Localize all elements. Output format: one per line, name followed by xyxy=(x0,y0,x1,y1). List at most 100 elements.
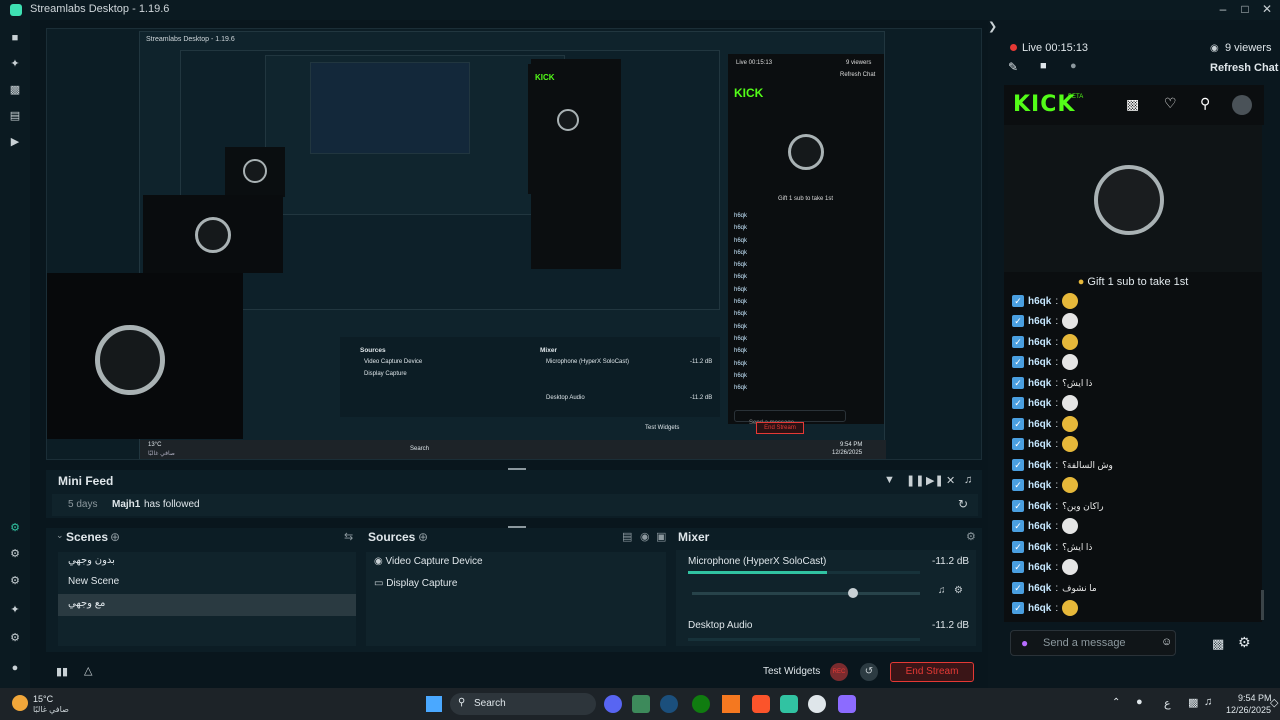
add-source-icon[interactable]: ⊕ xyxy=(418,530,428,544)
play-icon[interactable]: ▶ xyxy=(7,134,23,150)
tray-chevron-icon[interactable]: ⌃ xyxy=(1112,697,1120,708)
pause-icon[interactable]: ❚❚ xyxy=(906,474,924,487)
collapse-chevron-icon[interactable]: ❯ xyxy=(988,20,997,33)
gift-banner[interactable]: ● Gift 1 sub to take 1st xyxy=(1004,272,1262,292)
app-grid-icon[interactable] xyxy=(838,695,856,713)
weather-temp[interactable]: 15°C xyxy=(33,694,53,704)
maximize-icon[interactable]: □ xyxy=(1234,2,1256,16)
gift-sub-icon[interactable]: ▩ xyxy=(1212,636,1224,652)
discord-icon[interactable] xyxy=(604,695,622,713)
keyboard-language[interactable]: ع xyxy=(1164,697,1171,710)
network-icon[interactable]: ▩ xyxy=(1188,696,1198,709)
taskbar-search[interactable]: ⚲ Search xyxy=(450,693,596,715)
replay-buffer-icon[interactable]: ↺ xyxy=(860,663,878,681)
clock-date[interactable]: 12/26/2025 xyxy=(1226,705,1271,715)
weather-moon-icon[interactable] xyxy=(12,695,28,711)
scene-item[interactable]: New Scene xyxy=(68,576,119,587)
settings-icon[interactable]: ⚙ xyxy=(7,630,23,646)
store-app-icon[interactable] xyxy=(632,695,650,713)
notification-center-icon[interactable]: ◇ xyxy=(1270,696,1278,709)
tray-mic-icon[interactable]: ● xyxy=(1136,696,1143,708)
editor-icon[interactable]: ■ xyxy=(7,30,23,46)
microphone-icon[interactable]: ● xyxy=(1021,636,1028,650)
volume-icon[interactable]: ♫ xyxy=(964,474,972,486)
chat-message: ✓ h6qk: ما نشوف xyxy=(1012,579,1097,597)
chat-username[interactable]: h6qk xyxy=(1028,419,1051,430)
studio-mode-icon[interactable]: ⚙ xyxy=(7,520,23,536)
collapse-icon[interactable]: ⌄ xyxy=(56,530,64,541)
chat-username[interactable]: h6qk xyxy=(1028,296,1051,307)
scene-transitions-icon[interactable]: ⇆ xyxy=(344,530,353,543)
source-settings-icon[interactable]: ▤ xyxy=(622,530,632,543)
performance-icon[interactable]: ▮▮ xyxy=(56,665,68,678)
dashboard-icon[interactable]: ■ xyxy=(1040,60,1047,72)
mute-notifications-icon[interactable]: ✕ xyxy=(946,474,955,487)
mixer-settings-icon[interactable]: ⚙ xyxy=(966,530,976,543)
heart-icon[interactable]: ♡ xyxy=(1164,95,1177,112)
chat-username[interactable]: h6qk xyxy=(1028,583,1051,594)
chat-username[interactable]: h6qk xyxy=(1028,562,1051,573)
chat-username[interactable]: h6qk xyxy=(1028,501,1051,512)
chat-separator: : xyxy=(1055,500,1059,512)
add-scene-icon[interactable]: ⊕ xyxy=(110,530,120,544)
steam-icon[interactable] xyxy=(660,695,678,713)
chat-username[interactable]: h6qk xyxy=(1028,480,1051,491)
search-icon[interactable]: ⚲ xyxy=(1200,95,1210,112)
chat-username[interactable]: h6qk xyxy=(1028,337,1051,348)
volume-slider-handle[interactable] xyxy=(848,588,858,598)
send-message-input[interactable]: ● Send a message ☺ xyxy=(1010,630,1176,656)
chat-username[interactable]: h6qk xyxy=(1028,439,1051,450)
chat-username[interactable]: h6qk xyxy=(1028,460,1051,471)
volume-tray-icon[interactable]: ♫ xyxy=(1204,696,1212,708)
chat-username[interactable]: h6qk xyxy=(1028,357,1051,368)
channel-settings-icon[interactable]: ⚙ xyxy=(954,585,963,596)
edit-icon[interactable]: ✎ xyxy=(1008,60,1018,74)
emoji-icon[interactable]: ☺ xyxy=(1161,636,1172,648)
chat-settings-icon[interactable]: ⚙ xyxy=(1238,634,1251,651)
store-icon[interactable]: ▩ xyxy=(7,82,23,98)
resize-handle[interactable] xyxy=(508,468,526,470)
refresh-icon[interactable]: ↻ xyxy=(958,497,968,511)
skip-icon[interactable]: ▶❚ xyxy=(926,474,944,487)
record-button[interactable]: REC xyxy=(830,663,848,681)
sparkle-icon[interactable]: ✦ xyxy=(7,602,23,618)
test-widgets-label[interactable]: Test Widgets xyxy=(763,666,820,677)
tools-icon[interactable]: ⚙ xyxy=(7,546,23,562)
app-a-icon[interactable] xyxy=(722,695,740,713)
chat-username[interactable]: h6qk xyxy=(1028,378,1051,389)
folder-icon[interactable]: ▣ xyxy=(656,530,666,543)
gift-icon[interactable]: ▩ xyxy=(1126,96,1139,113)
themes-icon[interactable]: ✦ xyxy=(7,56,23,72)
speaker-icon[interactable]: ♫ xyxy=(938,585,946,596)
chat-username[interactable]: h6qk xyxy=(1028,316,1051,327)
chat-username[interactable]: h6qk xyxy=(1028,603,1051,614)
chat-username[interactable]: h6qk xyxy=(1028,542,1051,553)
refresh-chat-button[interactable]: Refresh Chat xyxy=(1210,62,1278,74)
share-icon[interactable]: ● xyxy=(1070,60,1077,72)
start-icon[interactable] xyxy=(426,696,442,712)
streamlabs-app-icon[interactable] xyxy=(780,695,798,713)
layout-icon[interactable]: ▤ xyxy=(7,108,23,124)
source-item[interactable]: ▭ Display Capture xyxy=(374,578,457,589)
webcam-overlay-small xyxy=(225,147,285,197)
close-icon[interactable]: ✕ xyxy=(1256,2,1278,16)
profile-icon[interactable]: ● xyxy=(7,660,23,676)
avatar[interactable] xyxy=(1232,95,1252,115)
apps-icon[interactable]: ⚙ xyxy=(7,573,23,589)
chat-scrollbar[interactable] xyxy=(1261,590,1264,620)
end-stream-button[interactable]: End Stream xyxy=(890,662,974,682)
chat-username[interactable]: h6qk xyxy=(1028,398,1051,409)
brave-icon[interactable] xyxy=(752,695,770,713)
chat-username[interactable]: h6qk xyxy=(1028,521,1051,532)
scene-item-selected[interactable]: مع وجهي xyxy=(58,594,356,616)
xbox-icon[interactable] xyxy=(692,695,710,713)
source-item[interactable]: ◉ Video Capture Device xyxy=(374,556,483,567)
notification-bell-icon[interactable]: △ xyxy=(84,664,92,677)
clock-time[interactable]: 9:54 PM xyxy=(1238,693,1272,703)
volume-slider[interactable] xyxy=(692,592,920,595)
scene-item[interactable]: بدون وجهي xyxy=(68,555,115,566)
minimize-icon[interactable]: – xyxy=(1212,2,1234,16)
obs-like-icon[interactable] xyxy=(808,695,826,713)
filter-icon[interactable]: ▼ xyxy=(884,474,895,486)
source-visibility-icon[interactable]: ◉ xyxy=(640,530,650,543)
